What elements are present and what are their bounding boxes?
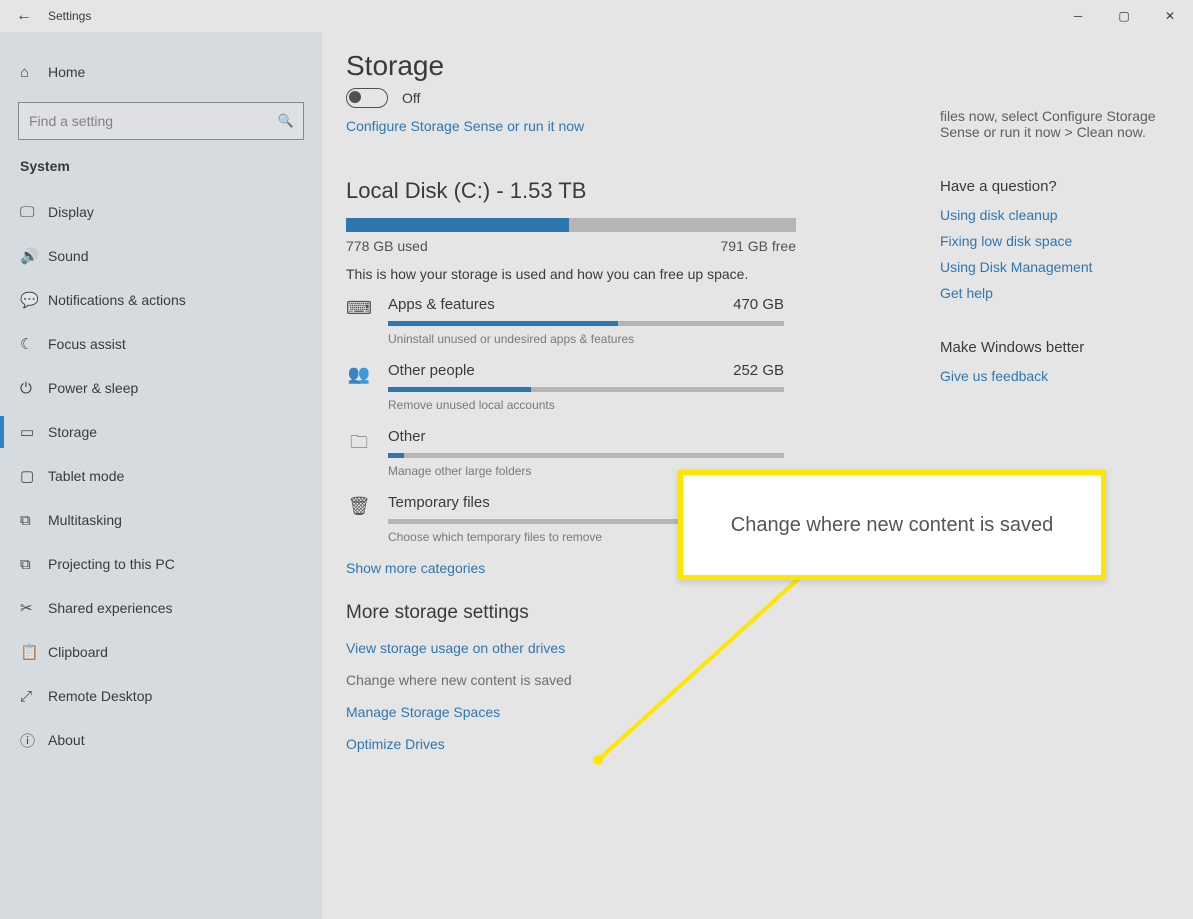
nav-item-notifications[interactable]: 💬Notifications & actions	[0, 278, 322, 322]
nav-item-remote-desktop[interactable]: ⤢Remote Desktop	[0, 674, 322, 718]
storage-sense-toggle[interactable]	[346, 88, 388, 108]
window-title: Settings	[48, 9, 91, 23]
category-icon: ⌨	[346, 296, 372, 346]
nav-group-label: System	[0, 154, 322, 190]
category-bar	[388, 387, 784, 392]
nav-item-label: Notifications & actions	[48, 292, 186, 308]
power-icon: ⏻	[20, 380, 48, 397]
disk-used-label: 778 GB used	[346, 238, 428, 254]
disk-usage-values: 778 GB used 791 GB free	[346, 238, 796, 254]
help-link-disk-management[interactable]: Using Disk Management	[940, 259, 1170, 275]
category-size: 470 GB	[733, 296, 784, 313]
category-bar	[388, 321, 784, 326]
help-link-disk-cleanup[interactable]: Using disk cleanup	[940, 207, 1170, 223]
category-name: Temporary files	[388, 494, 490, 511]
feedback-heading: Make Windows better	[940, 339, 1170, 356]
category-icon: 🗑	[346, 494, 372, 544]
nav-item-label: Storage	[48, 424, 97, 440]
help-hint-text: files now, select Configure Storage Sens…	[940, 108, 1170, 140]
storage-category[interactable]: 🗀 Other Manage other large folders	[346, 428, 1169, 478]
storage-sense-state: Off	[402, 90, 420, 106]
clipboard-icon: 📋	[20, 643, 48, 661]
category-name: Apps & features	[388, 296, 495, 313]
sound-icon: 🔊	[20, 247, 48, 265]
nav-item-label: About	[48, 732, 85, 748]
help-link-get-help[interactable]: Get help	[940, 285, 1170, 301]
nav-item-label: Clipboard	[48, 644, 108, 660]
nav-item-clipboard[interactable]: 📋Clipboard	[0, 630, 322, 674]
nav-item-projecting[interactable]: ⧉Projecting to this PC	[0, 542, 322, 586]
search-icon: 🔍	[269, 113, 303, 129]
nav-item-label: Shared experiences	[48, 600, 173, 616]
disk-usage-bar	[346, 218, 796, 232]
nav-item-label: Projecting to this PC	[48, 556, 175, 572]
focus-assist-icon: ☾	[20, 335, 48, 353]
remote-icon: ⤢	[20, 688, 48, 705]
nav-item-tablet-mode[interactable]: ▢Tablet mode	[0, 454, 322, 498]
link-view-other-drives[interactable]: View storage usage on other drives	[346, 640, 1169, 656]
window-controls: ─ ▢ ✕	[1055, 0, 1193, 32]
category-hint: Remove unused local accounts	[388, 398, 784, 412]
link-optimize-drives[interactable]: Optimize Drives	[346, 736, 1169, 752]
nav-search[interactable]: 🔍	[18, 102, 304, 140]
category-hint: Choose which temporary files to remove	[388, 530, 784, 544]
display-icon: 🖵	[20, 204, 48, 221]
nav-item-sound[interactable]: 🔊Sound	[0, 234, 322, 278]
back-button[interactable]: ←	[0, 7, 48, 25]
nav-item-storage[interactable]: ▭Storage	[0, 410, 322, 454]
shared-icon: ✂	[20, 599, 48, 617]
disk-free-label: 791 GB free	[721, 238, 797, 254]
minimize-button[interactable]: ─	[1055, 0, 1101, 32]
more-settings-links: View storage usage on other drives Chang…	[346, 640, 1169, 752]
nav-item-about[interactable]: ⓘAbout	[0, 718, 322, 762]
tablet-icon: ▢	[20, 467, 48, 485]
category-bar	[388, 453, 784, 458]
nav-item-display[interactable]: 🖵Display	[0, 190, 322, 234]
title-bar: ← Settings ─ ▢ ✕	[0, 0, 1193, 32]
page-title: Storage	[346, 50, 1169, 82]
storage-sense-toggle-row: Off	[346, 88, 1169, 108]
projecting-icon: ⧉	[20, 556, 48, 573]
nav-home[interactable]: ⌂ Home	[0, 50, 322, 94]
nav-item-multitasking[interactable]: ⧉Multitasking	[0, 498, 322, 542]
feedback-link[interactable]: Give us feedback	[940, 368, 1170, 384]
maximize-button[interactable]: ▢	[1101, 0, 1147, 32]
nav-home-label: Home	[48, 64, 85, 80]
link-manage-storage-spaces[interactable]: Manage Storage Spaces	[346, 704, 1169, 720]
category-name: Other people	[388, 362, 475, 379]
category-hint: Uninstall unused or undesired apps & fea…	[388, 332, 784, 346]
more-settings-heading: More storage settings	[346, 602, 1169, 624]
home-icon: ⌂	[20, 64, 48, 81]
help-link-low-disk[interactable]: Fixing low disk space	[940, 233, 1170, 249]
nav-item-label: Power & sleep	[48, 380, 138, 396]
category-name: Other	[388, 428, 426, 445]
storage-category[interactable]: 🗑 Temporary files Choose which temporary f…	[346, 494, 1169, 544]
nav-item-label: Sound	[48, 248, 88, 264]
link-change-save-location[interactable]: Change where new content is saved	[346, 672, 1169, 688]
have-question-heading: Have a question?	[940, 178, 1170, 195]
category-icon: 🗀	[346, 428, 372, 478]
close-button[interactable]: ✕	[1147, 0, 1193, 32]
sidebar: ⌂ Home 🔍 System 🖵Display 🔊Sound 💬Notific…	[0, 32, 322, 919]
nav-item-shared-exp[interactable]: ✂Shared experiences	[0, 586, 322, 630]
about-icon: ⓘ	[20, 730, 48, 751]
notifications-icon: 💬	[20, 291, 48, 309]
nav-item-label: Multitasking	[48, 512, 122, 528]
nav-item-label: Tablet mode	[48, 468, 124, 484]
nav-item-label: Remote Desktop	[48, 688, 152, 704]
category-bar	[388, 519, 784, 524]
multitasking-icon: ⧉	[20, 512, 48, 529]
storage-icon: ▭	[20, 423, 48, 441]
nav-item-power[interactable]: ⏻Power & sleep	[0, 366, 322, 410]
search-input[interactable]	[19, 112, 269, 130]
nav-item-focus-assist[interactable]: ☾Focus assist	[0, 322, 322, 366]
category-icon: 👥	[346, 362, 372, 412]
nav-item-label: Display	[48, 204, 94, 220]
category-hint: Manage other large folders	[388, 464, 784, 478]
help-panel: files now, select Configure Storage Sens…	[940, 108, 1170, 394]
nav-item-label: Focus assist	[48, 336, 126, 352]
show-more-categories-link[interactable]: Show more categories	[346, 560, 1169, 576]
category-size: 252 GB	[733, 362, 784, 379]
